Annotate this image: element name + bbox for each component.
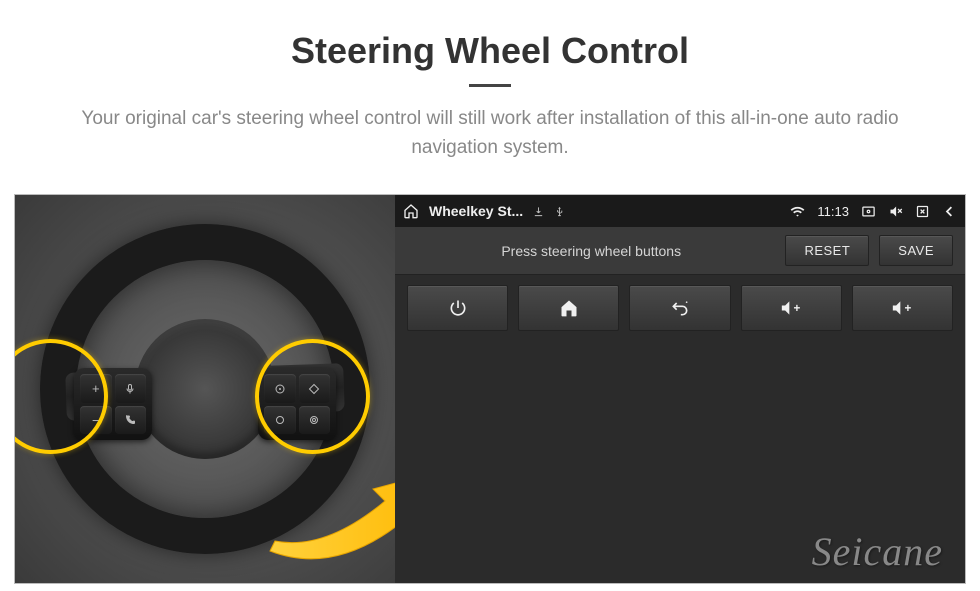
volume-up-icon: + xyxy=(890,298,914,318)
wifi-icon xyxy=(790,204,805,219)
key-volume-up-button-1[interactable]: + xyxy=(741,285,842,331)
wheel-btn-minus: − xyxy=(80,406,112,435)
key-back-button[interactable] xyxy=(629,285,730,331)
brand-watermark: Seicane xyxy=(812,528,943,575)
status-bar: Wheelkey St... 11:13 xyxy=(395,195,965,227)
instruction-label: Press steering wheel buttons xyxy=(407,243,775,259)
clock-time: 11:13 xyxy=(817,204,849,219)
wheel-buttons-right xyxy=(258,368,336,440)
key-volume-up-button-2[interactable]: + xyxy=(852,285,953,331)
save-button[interactable]: SAVE xyxy=(879,235,953,266)
key-home-button[interactable] xyxy=(518,285,619,331)
app-toolbar: Press steering wheel buttons RESET SAVE xyxy=(395,227,965,275)
wheel-btn-dial xyxy=(264,374,296,403)
content-box: + − xyxy=(14,194,966,584)
mute-icon[interactable] xyxy=(888,204,903,219)
app-title: Wheelkey St... xyxy=(429,203,523,219)
wheel-btn-target xyxy=(299,406,331,435)
download-icon xyxy=(533,206,544,217)
svg-text:+: + xyxy=(794,302,801,315)
cast-icon[interactable] xyxy=(861,204,876,219)
power-icon xyxy=(448,298,468,318)
wheel-btn-plus: + xyxy=(80,374,112,403)
steering-wheel-image: + − xyxy=(15,195,395,583)
wheel-btn-voice xyxy=(115,374,147,403)
key-power-button[interactable] xyxy=(407,285,508,331)
close-app-icon[interactable] xyxy=(915,204,930,219)
volume-up-icon: + xyxy=(779,298,803,318)
wheel-btn-circle xyxy=(264,406,296,435)
header: Steering Wheel Control Your original car… xyxy=(0,0,980,176)
reset-button[interactable]: RESET xyxy=(785,235,869,266)
wheel-btn-diamond xyxy=(299,374,331,403)
wheel-btn-phone xyxy=(115,406,147,435)
wheel-buttons-left: + − xyxy=(74,368,152,440)
page-title: Steering Wheel Control xyxy=(40,30,940,72)
home-icon[interactable] xyxy=(403,203,419,219)
back-icon xyxy=(669,298,691,318)
home-icon xyxy=(559,298,579,318)
steering-wheel: + − xyxy=(40,224,370,554)
head-unit-screen: Wheelkey St... 11:13 xyxy=(395,195,965,583)
usb-icon xyxy=(554,206,565,217)
back-nav-icon[interactable] xyxy=(942,204,957,219)
svg-text:+: + xyxy=(905,302,912,315)
page-subtitle: Your original car's steering wheel contr… xyxy=(40,105,940,162)
title-divider xyxy=(469,84,511,87)
key-button-row: + + xyxy=(395,275,965,341)
